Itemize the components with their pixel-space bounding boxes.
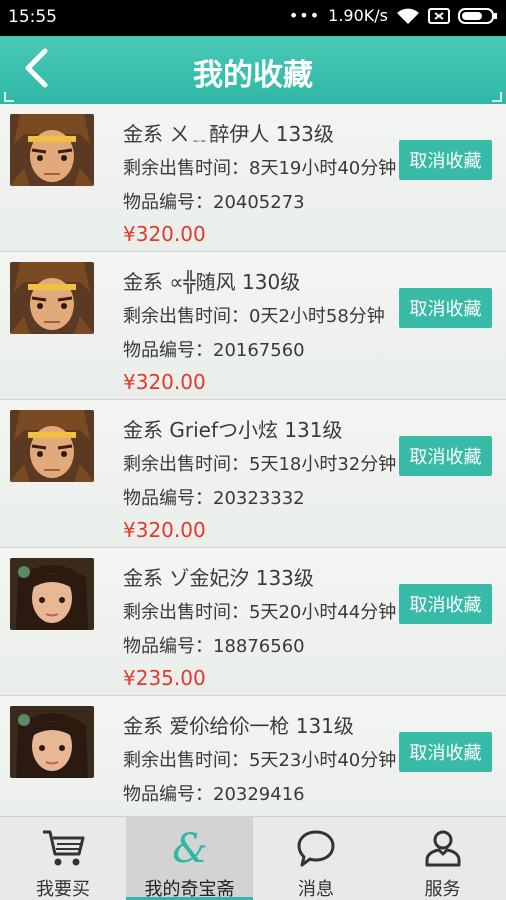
cancel-favorite-button[interactable]: 取消收藏	[399, 584, 492, 624]
cancel-favorite-button[interactable]: 取消收藏	[399, 140, 492, 180]
nav-label: 消息	[298, 879, 334, 900]
item-price: ¥320.00	[123, 222, 206, 246]
nav-item-messages[interactable]: 消息	[253, 817, 379, 900]
favorite-item[interactable]: 金系 爱伱给伱一枪 131级 剩余出售时间：5天23小时40分钟 物品编号：20…	[0, 696, 506, 816]
nav-item-service[interactable]: 服务	[379, 817, 506, 900]
item-code: 物品编号：20405273	[123, 192, 305, 213]
cancel-favorite-button[interactable]: 取消收藏	[399, 732, 492, 772]
item-remaining-time: 剩余出售时间：8天19小时40分钟	[123, 158, 397, 179]
status-indicators: ••• 1.90K/s	[289, 6, 498, 25]
network-speed: 1.90K/s	[328, 6, 388, 25]
item-remaining-time: 剩余出售时间：0天2小时58分钟	[123, 306, 385, 327]
chat-bubble-icon	[296, 827, 336, 869]
male-warrior-avatar	[10, 262, 94, 334]
no-sim-icon	[428, 7, 450, 25]
status-time: 15:55	[8, 7, 57, 27]
page-title: 我的收藏	[193, 58, 313, 93]
favorite-item[interactable]: 金系 Griefつ小炫 131级 剩余出售时间：5天18小时32分钟 物品编号：…	[0, 400, 506, 548]
corner-decoration-left	[4, 92, 14, 102]
nav-item-buy[interactable]: 我要买	[0, 817, 126, 900]
cancel-favorite-button[interactable]: 取消收藏	[399, 436, 492, 476]
favorite-item[interactable]: 金系 ∝╬随风 130级 剩余出售时间：0天2小时58分钟 物品编号：20167…	[0, 252, 506, 400]
item-code: 物品编号：20329416	[123, 784, 305, 805]
item-remaining-time: 剩余出售时间：5天18小时32分钟	[123, 454, 397, 475]
item-code: 物品编号：20167560	[123, 340, 305, 361]
dots-icon: •••	[288, 6, 321, 25]
item-price: ¥320.00	[123, 370, 206, 394]
item-remaining-time: 剩余出售时间：5天20小时44分钟	[123, 602, 397, 623]
battery-icon	[458, 7, 498, 25]
male-warrior-avatar	[10, 410, 94, 482]
item-code: 物品编号：18876560	[123, 636, 305, 657]
ampersand-icon: &	[168, 827, 212, 869]
person-icon	[423, 827, 463, 869]
female-warrior-avatar	[10, 706, 94, 778]
favorite-item[interactable]: 金系 ゾ金妃汐 133级 剩余出售时间：5天20小时44分钟 物品编号：1887…	[0, 548, 506, 696]
female-warrior-avatar	[10, 558, 94, 630]
status-bar: 15:55 ••• 1.90K/s	[0, 0, 506, 36]
title-bar: 我的收藏	[0, 36, 506, 104]
nav-label: 我要买	[36, 879, 90, 900]
nav-label: 服务	[424, 879, 461, 900]
item-code: 物品编号：20323332	[123, 488, 305, 509]
cancel-favorite-button[interactable]: 取消收藏	[399, 288, 492, 328]
item-price: ¥320.00	[123, 518, 206, 542]
shopping-cart-icon	[41, 827, 85, 869]
wifi-icon	[396, 7, 420, 25]
item-remaining-time: 剩余出售时间：5天23小时40分钟	[123, 750, 397, 771]
nav-item-my-treasure[interactable]: & 我的奇宝斋	[126, 817, 253, 900]
bottom-nav: 我要买 & 我的奇宝斋 消息 服务	[0, 816, 506, 900]
svg-text:&: &	[172, 828, 208, 868]
item-price: ¥235.00	[123, 666, 206, 690]
corner-decoration-right	[492, 92, 502, 102]
favorites-list[interactable]: 金系 ㄨ﹎醉伊人 133级 剩余出售时间：8天19小时40分钟 物品编号：204…	[0, 104, 506, 816]
male-warrior-avatar	[10, 114, 94, 186]
favorite-item[interactable]: 金系 ㄨ﹎醉伊人 133级 剩余出售时间：8天19小时40分钟 物品编号：204…	[0, 104, 506, 252]
